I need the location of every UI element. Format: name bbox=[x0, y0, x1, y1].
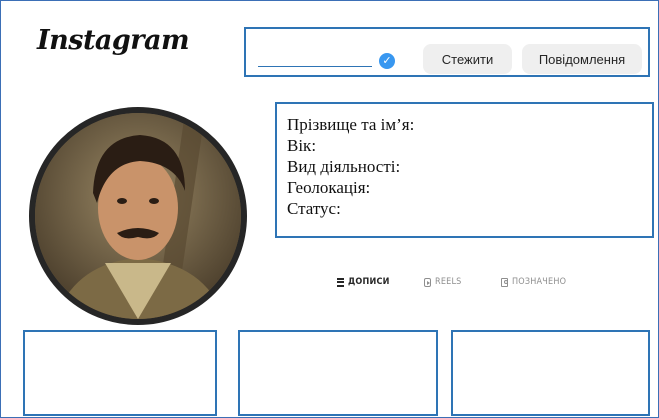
location-label: Геолокація: bbox=[287, 178, 371, 197]
status-label: Статус: bbox=[287, 199, 341, 218]
grid-icon bbox=[337, 277, 344, 287]
post-tile[interactable] bbox=[238, 330, 438, 416]
username-field bbox=[258, 66, 372, 67]
tab-reels[interactable]: REELS bbox=[424, 277, 462, 287]
tab-tagged-label: ПОЗНАЧЕНО bbox=[512, 277, 567, 287]
post-tile[interactable] bbox=[451, 330, 650, 416]
avatar[interactable] bbox=[29, 107, 247, 325]
profile-header-box: ✓ Стежити Повідомлення bbox=[244, 27, 650, 77]
tab-reels-label: REELS bbox=[435, 277, 462, 287]
reels-icon bbox=[424, 277, 431, 287]
full-name-label: Прізвище та ім’я: bbox=[287, 115, 415, 134]
tab-posts-label: ДОПИСИ bbox=[348, 277, 390, 287]
message-button[interactable]: Повідомлення bbox=[522, 44, 642, 74]
tab-tagged[interactable]: ПОЗНАЧЕНО bbox=[501, 277, 566, 287]
profile-page: Instagram ✓ Стежити Повідомлення Прізвищ… bbox=[0, 0, 659, 418]
tagged-icon bbox=[501, 277, 508, 287]
age-label: Вік: bbox=[287, 136, 317, 155]
instagram-logo[interactable]: Instagram bbox=[37, 25, 190, 56]
occupation-label: Вид діяльності: bbox=[287, 157, 401, 176]
tab-posts[interactable]: ДОПИСИ bbox=[337, 277, 390, 287]
avatar-photo bbox=[35, 113, 241, 319]
verified-badge-icon: ✓ bbox=[379, 53, 395, 69]
post-tile[interactable] bbox=[23, 330, 217, 416]
follow-button[interactable]: Стежити bbox=[423, 44, 512, 74]
profile-info-box: Прізвище та ім’я: Вік: Вид діяльності: Г… bbox=[275, 102, 654, 238]
